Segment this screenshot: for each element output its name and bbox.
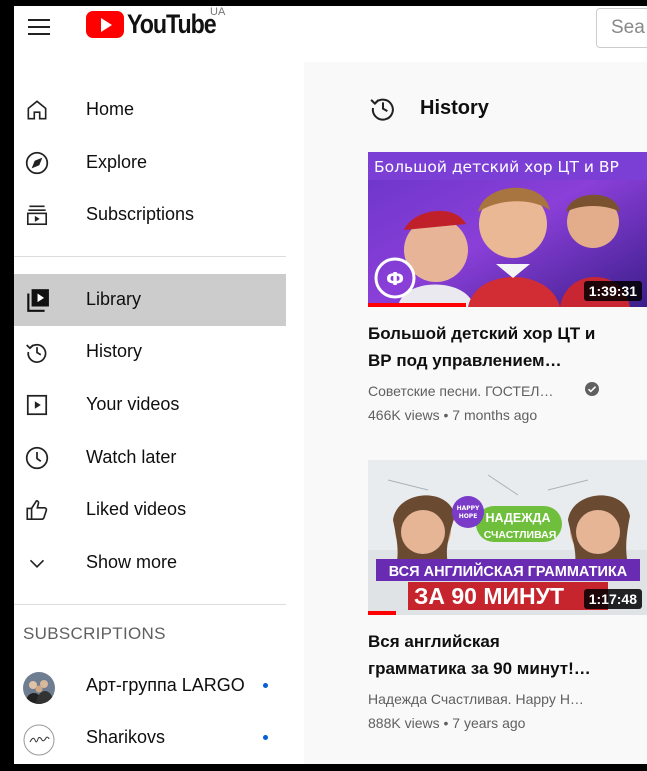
video-title[interactable]: Вся английская грамматика за 90 минут!…	[368, 628, 636, 682]
subscription-item[interactable]: Арт-группа LARGO	[14, 660, 286, 712]
video-title-line: ВР под управлением…	[368, 351, 562, 370]
sidebar-item-label: Your videos	[86, 394, 180, 414]
watch-progress-bar	[368, 303, 466, 307]
sidebar-item-library[interactable]: Library	[14, 274, 286, 326]
subscriptions-icon	[26, 205, 48, 226]
thumbnail-caption: ЗА 90 МИНУТ	[414, 583, 564, 609]
video-title-line: Большой детский хор ЦТ и	[368, 324, 596, 343]
video-meta: 466K views • 7 months ago	[368, 407, 538, 423]
search-input[interactable]: Sea	[596, 8, 647, 48]
video-card: HAPPY HOPE НАДЕЖДА СЧАСТЛИВАЯ ВСЯ АНГЛИЙ…	[368, 460, 647, 750]
sidebar-divider	[14, 256, 286, 257]
channel-name[interactable]: Советские песни. ГОСТЕЛ…	[368, 383, 553, 399]
video-thumbnail[interactable]: Ф Большой детский хор ЦТ и ВР 1:39:31	[368, 152, 647, 307]
sidebar-item-show-more[interactable]: Show more	[14, 537, 286, 589]
sidebar-item-label: Watch later	[86, 447, 177, 467]
video-title[interactable]: Большой детский хор ЦТ и ВР под управлен…	[368, 320, 636, 374]
video-card: Ф Большой детский хор ЦТ и ВР 1:39:31 Бо…	[368, 152, 647, 442]
thumb-up-icon	[26, 499, 48, 521]
menu-icon-bar	[28, 33, 50, 35]
thumbnail-caption: ВСЯ АНГЛИЙСКАЯ ГРАММАТИКА	[389, 562, 628, 580]
svg-text:HOPE: HOPE	[459, 513, 478, 520]
watch-progress-bar	[368, 611, 396, 615]
subscription-label: Sharikovs	[86, 727, 166, 747]
menu-icon-bar	[28, 26, 50, 28]
svg-text:Ф: Ф	[386, 269, 404, 290]
compass-icon	[25, 151, 49, 175]
video-title-line: грамматика за 90 минут!…	[368, 659, 591, 678]
youtube-logo[interactable]: YouTube	[86, 9, 230, 39]
new-content-dot	[263, 683, 268, 688]
verified-check-icon	[585, 382, 599, 396]
masthead: YouTube UA Sea	[14, 6, 647, 62]
thumbnail-caption: Большой детский хор ЦТ и ВР	[374, 158, 619, 176]
history-icon	[370, 98, 394, 121]
video-title-line: Вся английская	[368, 632, 500, 651]
app-window: YouTube UA Sea Home Explore Subscription…	[14, 6, 647, 764]
avatar	[23, 724, 55, 756]
sidebar-item-history[interactable]: History	[14, 326, 286, 378]
sidebar-item-home[interactable]: Home	[14, 84, 286, 136]
sidebar-item-your-videos[interactable]: Your videos	[14, 379, 286, 431]
clock-icon	[25, 446, 49, 470]
svg-text:HAPPY: HAPPY	[457, 505, 480, 512]
sidebar-item-label: Show more	[86, 552, 178, 572]
thumbnail-caption: НАДЕЖДА	[486, 511, 551, 525]
home-icon	[27, 100, 47, 120]
youtube-play-icon	[86, 10, 124, 38]
main-content: History Ф Большой детский хор ЦТ и ВР 1:…	[304, 62, 647, 764]
chevron-down-icon	[29, 559, 45, 568]
subscription-item[interactable]: Sharikovs	[14, 712, 286, 764]
sidebar-item-subscriptions[interactable]: Subscriptions	[14, 189, 286, 241]
history-icon	[26, 343, 47, 363]
sidebar-item-label: Explore	[86, 152, 148, 172]
avatar	[23, 672, 55, 704]
subscriptions-section-title: SUBSCRIPTIONS	[23, 624, 166, 643]
sidebar-item-watch-later[interactable]: Watch later	[14, 432, 286, 484]
sidebar-item-explore[interactable]: Explore	[14, 137, 286, 189]
thumbnail-caption: СЧАСТЛИВАЯ	[484, 529, 557, 541]
sidebar-item-label: Home	[86, 99, 135, 119]
subscription-label: Арт-группа LARGO	[86, 675, 245, 695]
sidebar-item-label: Liked videos	[86, 499, 187, 519]
channel-name[interactable]: Надежда Счастливая. Happy H…	[368, 691, 584, 707]
sidebar-item-label: Subscriptions	[86, 204, 195, 224]
menu-button[interactable]	[26, 12, 54, 40]
play-square-icon	[26, 394, 48, 416]
sidebar-item-label: Library	[86, 289, 142, 309]
library-icon	[27, 289, 49, 312]
menu-icon	[28, 19, 50, 21]
video-duration: 1:17:48	[583, 589, 642, 609]
video-duration: 1:39:31	[583, 281, 642, 301]
sidebar-divider	[14, 604, 286, 605]
country-code: UA	[210, 6, 226, 18]
new-content-dot	[263, 735, 268, 740]
sidebar: Home Explore Subscriptions Library Histo…	[14, 62, 286, 764]
video-meta: 888K views • 7 years ago	[368, 715, 526, 731]
section-title[interactable]: History	[420, 97, 489, 120]
sidebar-item-liked-videos[interactable]: Liked videos	[14, 484, 286, 536]
sidebar-item-label: History	[86, 341, 143, 361]
logo-text: YouTube	[127, 8, 217, 39]
video-thumbnail[interactable]: HAPPY HOPE НАДЕЖДА СЧАСТЛИВАЯ ВСЯ АНГЛИЙ…	[368, 460, 647, 615]
